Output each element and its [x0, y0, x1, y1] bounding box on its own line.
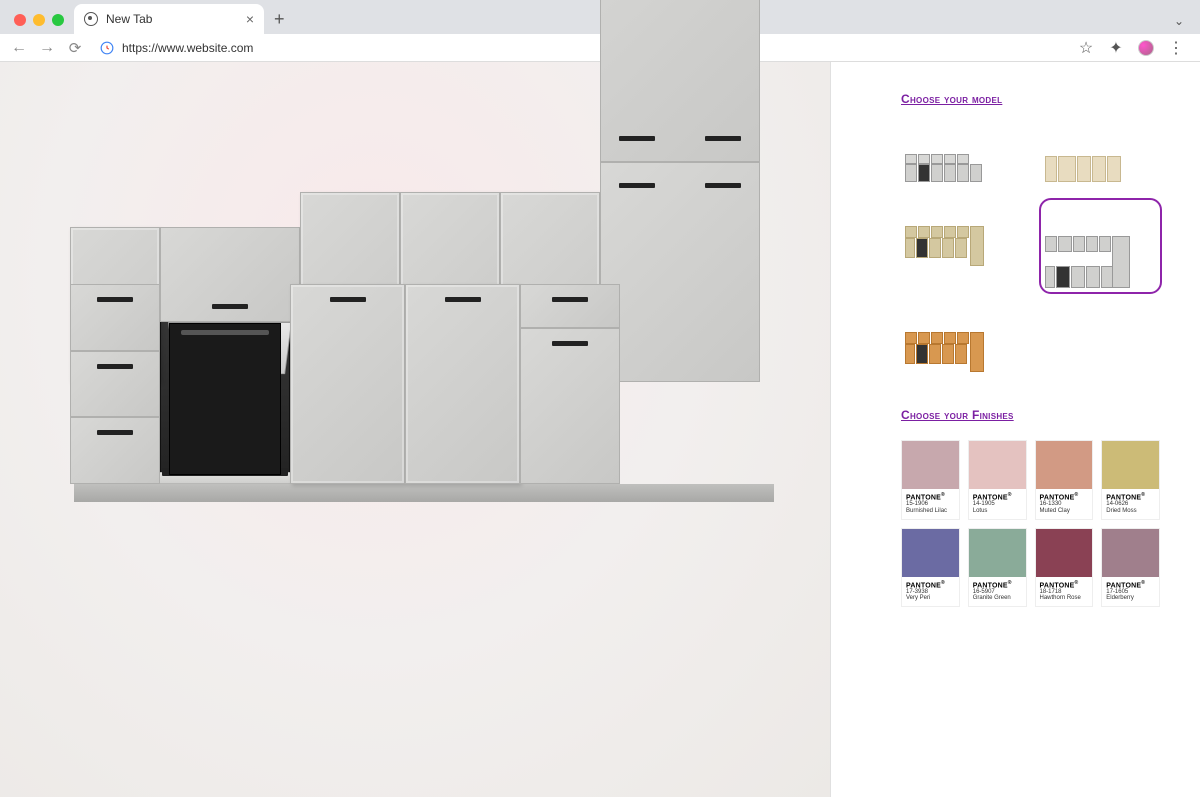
model-option-3[interactable]	[901, 200, 1021, 262]
swatch-code: 18-1718	[1040, 589, 1089, 596]
swatch-label: PANTONE®17-3938Very Peri	[902, 577, 959, 607]
swatch-brand: PANTONE®	[1106, 580, 1155, 589]
kitchen-preview	[0, 62, 830, 797]
swatch-code: 16-1330	[1040, 501, 1089, 508]
swatch-name: Lotus	[973, 508, 1022, 515]
minimize-window-button[interactable]	[33, 14, 45, 26]
model-option-5[interactable]	[901, 306, 1021, 368]
swatch-code: 14-0626	[1106, 501, 1155, 508]
model-option-4[interactable]	[1041, 200, 1161, 292]
new-tab-button[interactable]: +	[264, 9, 295, 34]
swatch-name: Hawthorn Rose	[1040, 595, 1089, 602]
window-controls	[8, 14, 74, 34]
close-window-button[interactable]	[14, 14, 26, 26]
section-title-finishes: Choose your Finishes	[901, 408, 1160, 422]
swatch-code: 14-1905	[973, 501, 1022, 508]
swatch-brand: PANTONE®	[1106, 492, 1155, 501]
swatch-name: Granite Green	[973, 595, 1022, 602]
swatch-color	[1036, 529, 1093, 577]
finish-swatch-0[interactable]: PANTONE®15-1906Burnished Lilac	[901, 440, 960, 520]
swatch-code: 17-1605	[1106, 589, 1155, 596]
finish-swatch-7[interactable]: PANTONE®17-1605Elderberry	[1101, 528, 1160, 608]
finish-swatch-4[interactable]: PANTONE®17-3938Very Peri	[901, 528, 960, 608]
swatch-label: PANTONE®16-5907Granite Green	[969, 577, 1026, 607]
swatch-brand: PANTONE®	[1040, 492, 1089, 501]
back-button[interactable]: ←	[10, 39, 28, 57]
reload-button[interactable]: ⟳	[66, 39, 84, 57]
close-tab-button[interactable]: ×	[246, 11, 254, 27]
kitchen-render	[70, 192, 780, 502]
swatch-label: PANTONE®16-1330Muted Clay	[1036, 489, 1093, 519]
swatch-color	[1102, 441, 1159, 489]
swatch-color	[969, 529, 1026, 577]
swatch-color	[1036, 441, 1093, 489]
url-text: https://www.website.com	[122, 41, 253, 55]
finish-swatch-6[interactable]: PANTONE®18-1718Hawthorn Rose	[1035, 528, 1094, 608]
toolbar-right: ☆ ✦ ⋮	[1078, 40, 1190, 56]
tab-favicon	[84, 12, 98, 26]
swatch-name: Elderberry	[1106, 595, 1155, 602]
tabs-dropdown-button[interactable]: ⌄	[1158, 14, 1200, 34]
finish-swatch-3[interactable]: PANTONE®14-0626Dried Moss	[1101, 440, 1160, 520]
swatch-color	[1102, 529, 1159, 577]
address-bar[interactable]: https://www.website.com	[94, 41, 1068, 55]
swatch-label: PANTONE®18-1718Hawthorn Rose	[1036, 577, 1093, 607]
swatch-brand: PANTONE®	[1040, 580, 1089, 589]
swatch-code: 15-1906	[906, 501, 955, 508]
swatch-brand: PANTONE®	[973, 580, 1022, 589]
configurator-sidebar: Choose your model Choose your Fini	[830, 62, 1200, 797]
model-grid	[901, 124, 1160, 368]
swatch-label: PANTONE®14-1905Lotus	[969, 489, 1026, 519]
swatch-label: PANTONE®15-1906Burnished Lilac	[902, 489, 959, 519]
swatch-color	[969, 441, 1026, 489]
swatch-name: Muted Clay	[1040, 508, 1089, 515]
swatch-brand: PANTONE®	[906, 492, 955, 501]
swatch-code: 17-3938	[906, 589, 955, 596]
swatch-name: Dried Moss	[1106, 508, 1155, 515]
section-title-model: Choose your model	[901, 92, 1160, 106]
finish-swatch-1[interactable]: PANTONE®14-1905Lotus	[968, 440, 1027, 520]
model-option-1[interactable]	[901, 124, 1021, 186]
swatch-code: 16-5907	[973, 589, 1022, 596]
swatch-name: Very Peri	[906, 595, 955, 602]
finish-swatch-5[interactable]: PANTONE®16-5907Granite Green	[968, 528, 1027, 608]
finish-swatch-2[interactable]: PANTONE®16-1330Muted Clay	[1035, 440, 1094, 520]
finishes-grid: PANTONE®15-1906Burnished LilacPANTONE®14…	[901, 440, 1160, 607]
swatch-color	[902, 441, 959, 489]
extensions-icon[interactable]: ✦	[1108, 40, 1124, 56]
maximize-window-button[interactable]	[52, 14, 64, 26]
google-icon	[100, 41, 114, 55]
swatch-brand: PANTONE®	[973, 492, 1022, 501]
swatch-color	[902, 529, 959, 577]
swatch-brand: PANTONE®	[906, 580, 955, 589]
forward-button[interactable]: →	[38, 39, 56, 57]
tab-title: New Tab	[106, 12, 152, 26]
page-content: Choose your model Choose your Fini	[0, 62, 1200, 797]
swatch-name: Burnished Lilac	[906, 508, 955, 515]
browser-tab[interactable]: New Tab ×	[74, 4, 264, 34]
menu-icon[interactable]: ⋮	[1168, 40, 1184, 56]
bookmark-icon[interactable]: ☆	[1078, 40, 1094, 56]
swatch-label: PANTONE®17-1605Elderberry	[1102, 577, 1159, 607]
profile-avatar[interactable]	[1138, 40, 1154, 56]
swatch-label: PANTONE®14-0626Dried Moss	[1102, 489, 1159, 519]
model-option-2[interactable]	[1041, 124, 1161, 186]
